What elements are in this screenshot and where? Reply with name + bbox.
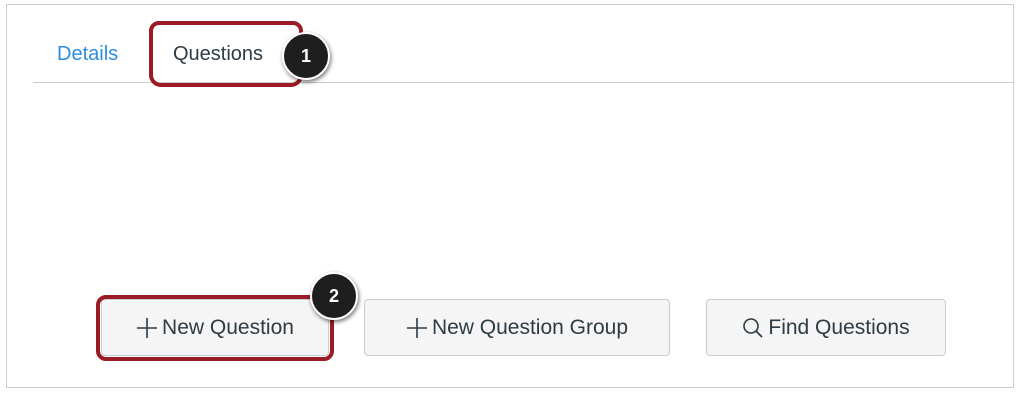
tab-questions[interactable]: Questions [173,43,263,65]
new-question-group-button[interactable]: New Question Group [364,299,670,356]
find-questions-label: Find Questions [768,315,910,339]
new-question-label: New Question [162,315,294,339]
new-question-button[interactable]: New Question [101,299,329,356]
new-question-group-label: New Question Group [431,315,629,339]
find-questions-button[interactable]: Find Questions [706,299,946,356]
quiz-editor-panel: Details Questions 1 New Question New Que… [6,4,1014,388]
search-icon [742,317,764,339]
tab-bar: Details Questions [33,5,1013,83]
tab-details[interactable]: Details [57,43,118,65]
callout-badge-2: 2 [310,272,358,320]
plus-icon [406,317,428,339]
plus-icon [136,317,158,339]
callout-badge-1: 1 [282,32,330,80]
